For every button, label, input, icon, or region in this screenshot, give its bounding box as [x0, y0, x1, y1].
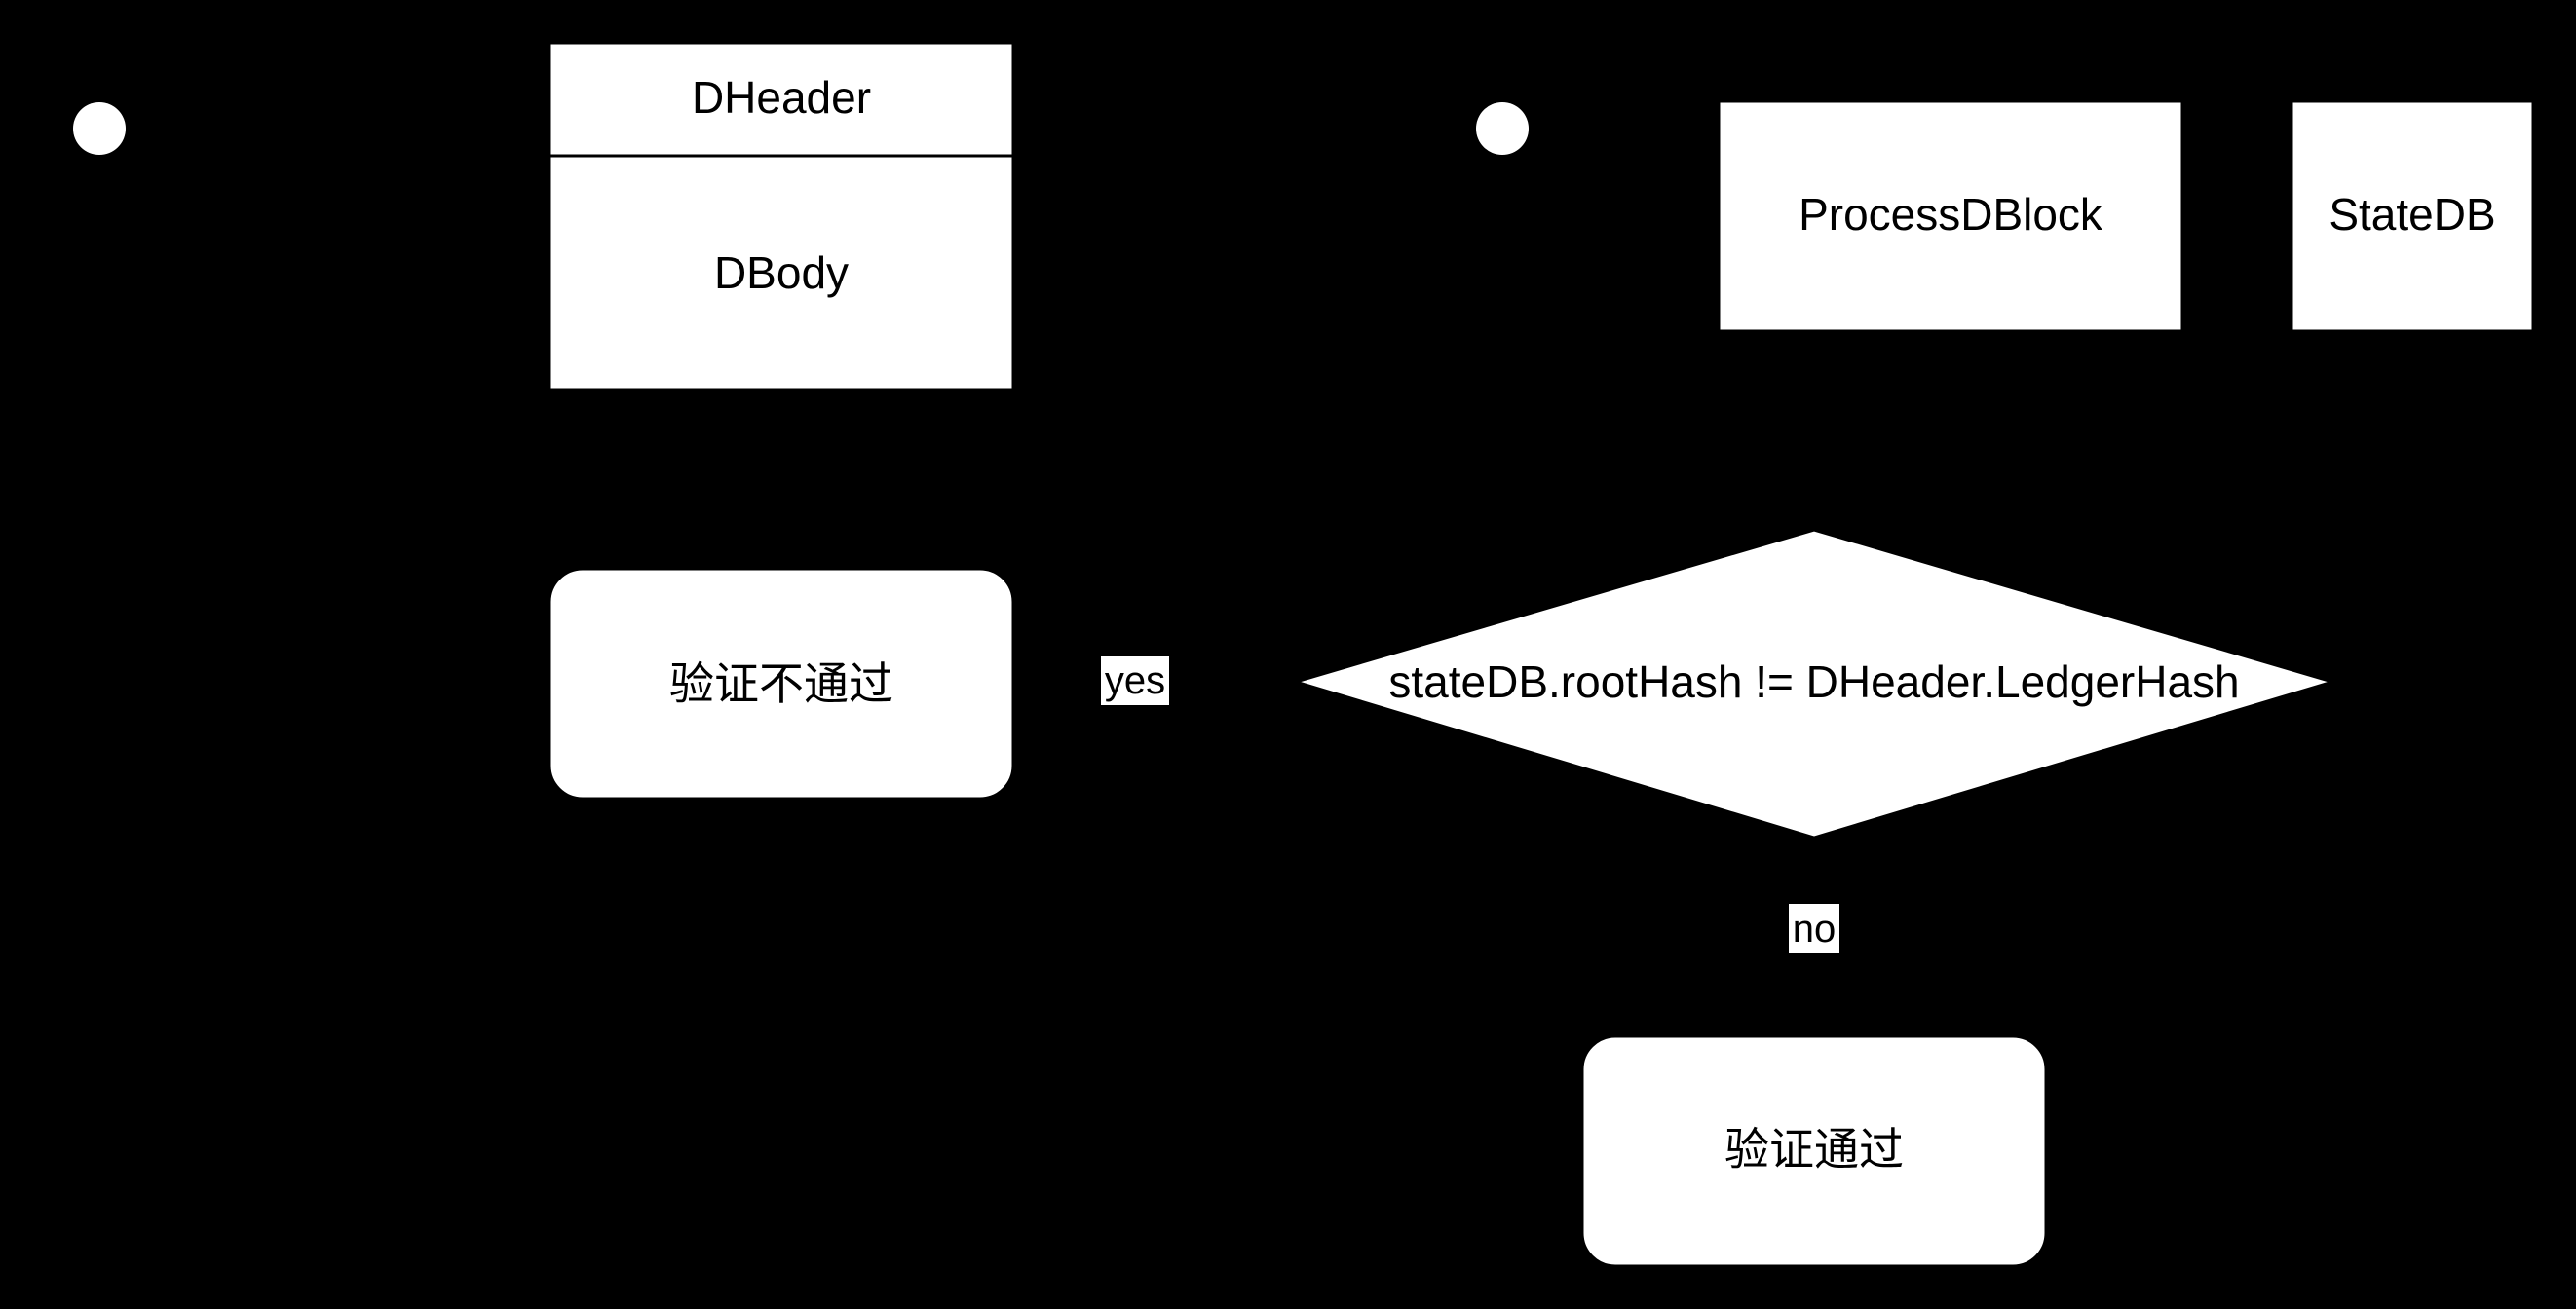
start-node-left — [73, 102, 126, 155]
process-dblock-node: ProcessDBlock — [1717, 99, 2184, 333]
dbody-label: DBody — [714, 247, 849, 298]
state-db-label: StateDB — [2329, 189, 2495, 240]
process-dblock-label: ProcessDBlock — [1799, 189, 2103, 240]
edge-label-no: no — [1789, 904, 1839, 953]
state-db-node: StateDB — [2290, 99, 2535, 333]
verify-pass-label: 验证通过 — [1724, 1124, 1904, 1175]
edge-label-no-text: no — [1793, 908, 1837, 951]
dheader-label: DHeader — [692, 72, 871, 123]
verify-fail-label: 验证不通过 — [669, 658, 893, 709]
decision-label: stateDB.rootHash != DHeader.LedgerHash — [1388, 656, 2239, 707]
edge-label-yes-text: yes — [1105, 659, 1165, 702]
start-node-right — [1476, 102, 1529, 155]
dblock-class-box: DHeader DBody — [548, 41, 1015, 392]
flowchart-diagram: DHeader DBody ProcessDBlock StateDB stat… — [0, 0, 2576, 1309]
verify-fail-node: 验证不通过 — [548, 567, 1015, 801]
edge-label-yes: yes — [1101, 656, 1169, 705]
verify-pass-node: 验证通过 — [1580, 1034, 2048, 1268]
